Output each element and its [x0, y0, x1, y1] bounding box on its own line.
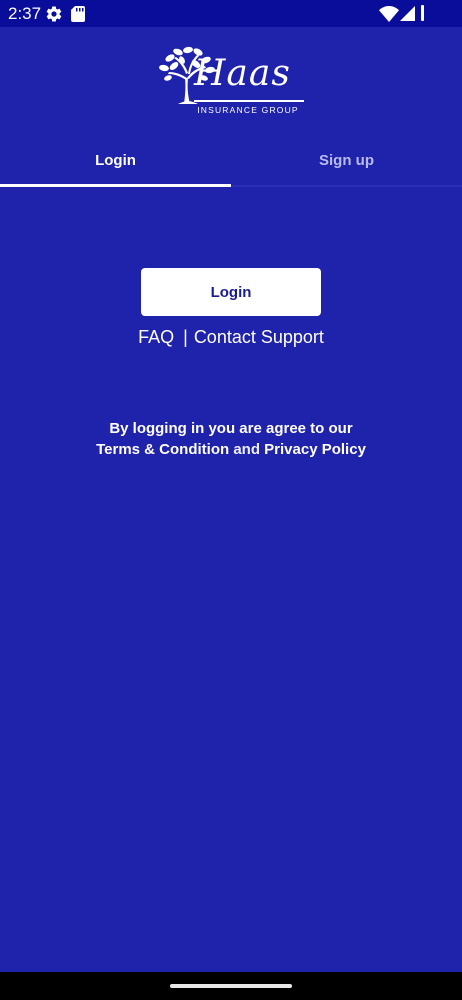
active-tab-indicator	[0, 184, 231, 187]
wifi-icon	[379, 6, 399, 22]
tab-sign-up[interactable]: Sign up	[231, 137, 462, 185]
agreement-and: and	[233, 441, 260, 458]
logo-underline	[194, 100, 304, 102]
privacy-policy-link[interactable]: Privacy Policy	[264, 441, 366, 458]
screen: 2:37 Haas INSURANCE GROUP Login Sign up …	[0, 0, 462, 1000]
haas-logo: Haas INSURANCE GROUP	[158, 44, 308, 120]
gear-icon	[46, 6, 62, 22]
agreement-intro: By logging in you are agree to our	[109, 420, 353, 437]
tab-login[interactable]: Login	[0, 137, 231, 185]
battery-icon	[421, 5, 424, 21]
sd-card-icon	[71, 6, 85, 22]
tab-divider	[231, 185, 462, 187]
auth-tabs: Login Sign up	[0, 137, 462, 187]
links-separator: |	[183, 327, 188, 347]
navigation-bar	[0, 972, 462, 1000]
home-gesture-handle[interactable]	[170, 984, 292, 988]
status-bar: 2:37	[0, 0, 462, 27]
logo-name: Haas	[194, 53, 291, 94]
agreement-links-line: Terms & Condition and Privacy Policy	[0, 439, 462, 460]
agreement-text: By logging in you are agree to our Terms…	[0, 418, 462, 460]
terms-link[interactable]: Terms & Condition	[96, 441, 229, 458]
login-button[interactable]: Login	[141, 268, 321, 316]
faq-link[interactable]: FAQ	[138, 327, 174, 348]
help-links: FAQ | Contact Support	[0, 327, 462, 348]
logo-subtitle: INSURANCE GROUP	[197, 105, 299, 115]
status-time: 2:37	[8, 4, 42, 23]
contact-support-link[interactable]: Contact Support	[194, 327, 324, 348]
signal-icon	[400, 6, 415, 21]
